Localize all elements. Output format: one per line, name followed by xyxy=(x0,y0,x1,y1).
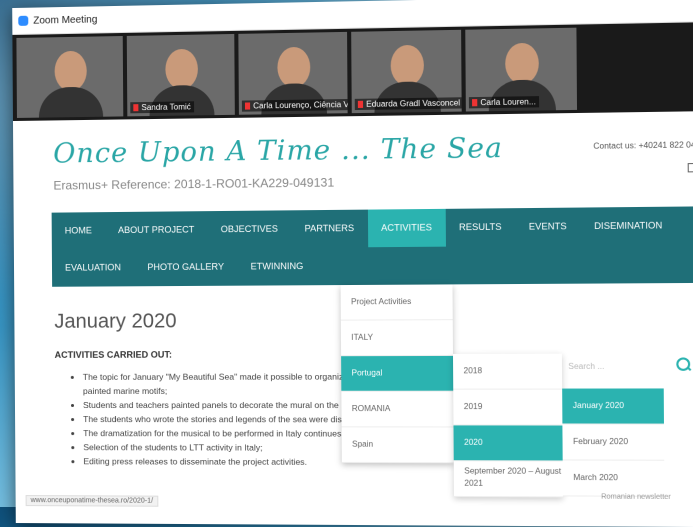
zoom-icon xyxy=(18,15,29,26)
video-strip: Sandra Tomić Carla Lourenço, Ciência Vi.… xyxy=(12,21,693,122)
activities-dropdown: Project Activities ITALY Portugal ROMANI… xyxy=(340,284,454,464)
participant-tile[interactable]: Eduarda Gradl Vasconcel xyxy=(351,29,462,114)
search-input[interactable]: Search ... xyxy=(568,355,674,378)
nav-results[interactable]: RESULTS xyxy=(445,208,515,246)
menu-item-march-2020[interactable]: March 2020 xyxy=(562,460,665,497)
years-submenu: 2018 2019 2020 September 2020 – August 2… xyxy=(452,353,563,498)
menu-item-portugal[interactable]: Portugal xyxy=(341,355,454,392)
shared-website: Once Upon A Time ... The Sea Erasmus+ Re… xyxy=(12,110,693,527)
zoom-window: Zoom Meeting Sandra Tomić Carla Lourenço… xyxy=(12,0,693,527)
menu-item-february-2020[interactable]: February 2020 xyxy=(562,424,665,461)
nav-objectives[interactable]: OBJECTIVES xyxy=(207,210,291,248)
nav-etwinning[interactable]: ETWINNING xyxy=(237,248,317,286)
participant-name: Carla Lourenço, Ciência Vi... xyxy=(241,98,348,112)
menu-item-2018[interactable]: 2018 xyxy=(452,353,563,390)
participant-tile[interactable]: Sandra Tomić xyxy=(126,33,235,117)
nav-dissemination[interactable]: DISEMINATION xyxy=(580,207,676,246)
menu-item-spain[interactable]: Spain xyxy=(341,427,454,464)
nav-partners[interactable]: PARTNERS xyxy=(291,210,368,248)
nav-row: HOME ABOUT PROJECT OBJECTIVES PARTNERS A… xyxy=(52,206,693,249)
participant-name: Sandra Tomić xyxy=(130,101,194,114)
nav-evaluation[interactable]: EVALUATION xyxy=(52,249,134,287)
menu-item-sep2020-aug2021[interactable]: September 2020 – August 2021 xyxy=(453,461,563,498)
participant-name: Eduarda Gradl Vasconcel xyxy=(354,97,462,111)
erasmus-reference: Erasmus+ Reference: 2018-1-RO01-KA229-04… xyxy=(53,175,335,193)
menu-item-2019[interactable]: 2019 xyxy=(453,389,563,426)
menu-item-2020[interactable]: 2020 xyxy=(453,425,563,462)
zoom-title: Zoom Meeting xyxy=(33,13,98,27)
site-logo-title[interactable]: Once Upon A Time ... The Sea xyxy=(53,132,503,169)
menu-item-project-activities[interactable]: Project Activities xyxy=(340,284,453,321)
nav-about-project[interactable]: ABOUT PROJECT xyxy=(105,211,208,249)
menu-item-romania[interactable]: ROMANIA xyxy=(341,391,454,428)
newsletter-link[interactable]: Romanian newsletter xyxy=(601,494,671,502)
contact-info: Contact us: +40241 822 044 xyxy=(593,140,693,151)
nav-events[interactable]: EVENTS xyxy=(515,208,580,247)
nav-row: EVALUATION PHOTO GALLERY ETWINNING xyxy=(52,245,693,287)
mail-icon[interactable] xyxy=(687,162,693,173)
participant-tile[interactable] xyxy=(16,35,124,118)
main-navigation: HOME ABOUT PROJECT OBJECTIVES PARTNERS A… xyxy=(51,206,693,287)
menu-item-italy[interactable]: ITALY xyxy=(340,320,453,357)
nav-home[interactable]: HOME xyxy=(52,212,105,250)
menu-item-january-2020[interactable]: January 2020 xyxy=(562,388,664,425)
nav-photo-gallery[interactable]: PHOTO GALLERY xyxy=(134,248,237,286)
search-icon[interactable] xyxy=(676,357,691,371)
participant-name: Carla Louren... xyxy=(468,96,540,109)
months-submenu: January 2020 February 2020 March 2020 xyxy=(562,388,665,497)
status-bar-url: www.onceuponatime-thesea.ro/2020-1/ xyxy=(25,495,159,507)
participant-tile[interactable]: Carla Lourenço, Ciência Vi... xyxy=(238,31,348,115)
participant-tile[interactable]: Carla Louren... xyxy=(465,27,578,112)
nav-activities[interactable]: ACTIVITIES xyxy=(367,208,446,248)
